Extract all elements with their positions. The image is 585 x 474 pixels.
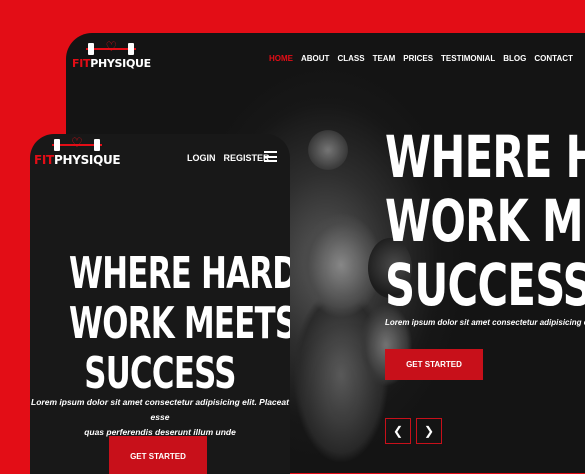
get-started-button[interactable]: GET STARTED (109, 436, 207, 474)
slider-prev-button[interactable]: ❮ (385, 418, 411, 444)
slider-next-button[interactable]: ❯ (416, 418, 442, 444)
nav-item-class[interactable]: CLASS (337, 54, 364, 63)
dumbbell-heart-icon: ♡ (52, 136, 103, 151)
hamburger-menu-icon[interactable] (264, 151, 277, 162)
mobile-mockup: ♡ FITPHYSIQUE LOGIN REGISTER WHERE HARD … (30, 134, 290, 474)
nav-item-about[interactable]: ABOUT (301, 54, 329, 63)
login-link[interactable]: LOGIN (187, 153, 216, 163)
brand-logo[interactable]: ♡ FITPHYSIQUE (72, 40, 151, 70)
register-link[interactable]: REGISTER (224, 153, 270, 163)
hero-title-line: WHERE HARD (385, 123, 585, 191)
nav-item-contact[interactable]: CONTACT (534, 54, 573, 63)
hero-title-line: WORK MEETS (69, 298, 290, 349)
brand-logo[interactable]: ♡ FITPHYSIQUE (34, 136, 121, 167)
nav-item-prices[interactable]: PRICES (403, 54, 433, 63)
chevron-right-icon: ❯ (423, 424, 435, 438)
hero-title: WHERE HARD WORK MEETS SUCCESS (385, 123, 585, 319)
chevron-left-icon: ❮ (392, 424, 404, 438)
brand-wordmark: FITPHYSIQUE (72, 57, 151, 70)
hero-title-line: WHERE HARD (69, 248, 290, 299)
brand-wordmark: FITPHYSIQUE (34, 153, 121, 167)
hero-description: Lorem ipsum dolor sit amet consectetur a… (30, 395, 290, 440)
nav-item-team[interactable]: TEAM (373, 54, 396, 63)
hero-title-line: SUCCESS (84, 348, 236, 399)
hero-title-line: SUCCESS (385, 251, 585, 319)
main-nav: HOME ABOUT CLASS TEAM PRICES TESTIMONIAL… (269, 54, 573, 63)
nav-item-home[interactable]: HOME (269, 54, 293, 63)
hero-description-line: Lorem ipsum dolor sit amet consectetur a… (31, 397, 289, 422)
dumbbell-heart-icon: ♡ (86, 40, 137, 55)
hero-title: WHERE HARD WORK MEETS SUCCESS (30, 249, 290, 399)
nav-item-blog[interactable]: BLOG (503, 54, 526, 63)
account-links: LOGIN REGISTER (187, 153, 270, 163)
hero-title-line: WORK MEETS (385, 187, 585, 255)
hero-description: Lorem ipsum dolor sit amet consectetur a… (385, 318, 585, 327)
get-started-button[interactable]: GET STARTED (385, 349, 483, 380)
nav-item-testimonial[interactable]: TESTIMONIAL (441, 54, 495, 63)
